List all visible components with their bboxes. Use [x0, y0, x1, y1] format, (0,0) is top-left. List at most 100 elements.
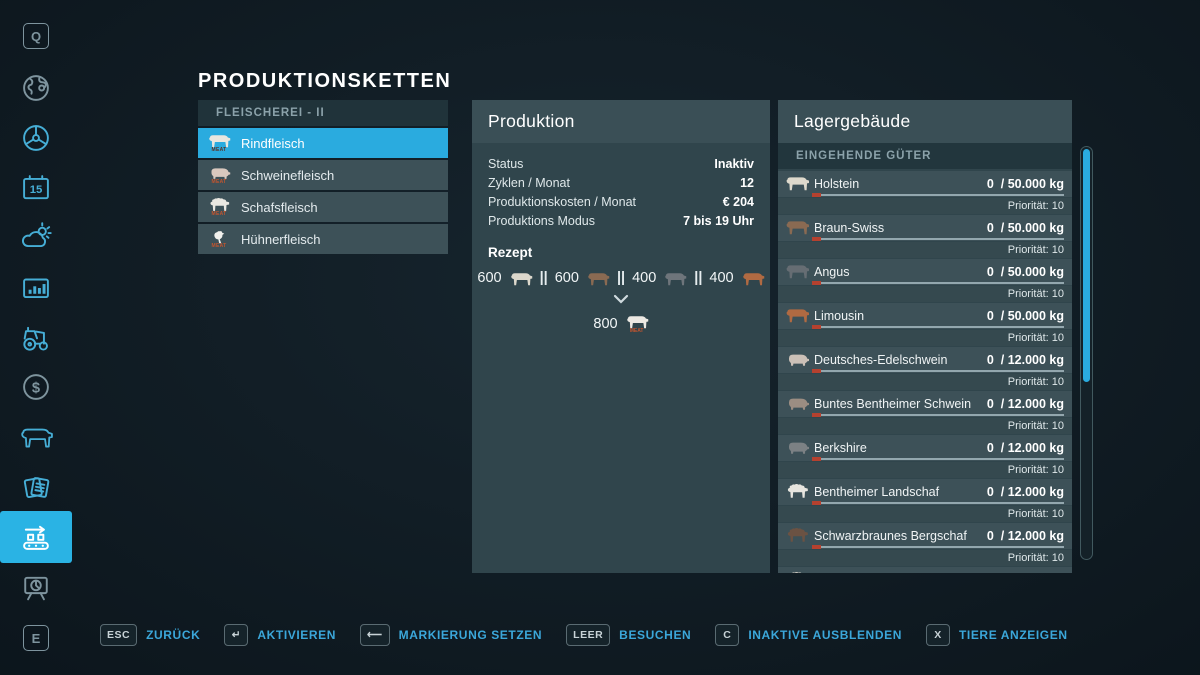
page-title: PRODUKTIONSKETTEN — [198, 70, 452, 92]
production-info: Status Inaktiv Zyklen / Monat 12 Produktio… — [472, 143, 770, 231]
priority-label: Priorität: 10 — [1007, 244, 1064, 256]
bentheimer-pig-icon — [784, 395, 810, 412]
chain-item-rindfleisch[interactable]: MEAT Rindfleisch — [198, 128, 448, 158]
steering-wheel-icon[interactable] — [0, 113, 72, 163]
tractor-icon[interactable] — [0, 313, 72, 363]
production-panel-header: Produktion — [472, 100, 770, 143]
priority-label: Priorität: 10 — [1007, 376, 1064, 388]
calendar-icon[interactable]: 15 — [0, 163, 72, 213]
priority-label: Priorität: 10 — [1007, 288, 1064, 300]
show-animals-button[interactable]: X TIERE ANZEIGEN — [925, 624, 1068, 646]
chain-item-schweinefleisch[interactable]: MEAT Schweinefleisch — [198, 160, 448, 190]
storage-row-deutsches-edelschwein[interactable]: Deutsches-Edelschwein 0 / 12.000 kg Prio… — [778, 347, 1072, 390]
angus-cow-icon — [784, 263, 810, 280]
fill-level: 0 / 12.000 kg — [986, 485, 1064, 499]
cow-meat-icon: MEAT — [206, 133, 232, 153]
fill-level: 0 / 12.000 kg — [986, 441, 1064, 455]
landschaf-sheep-icon — [784, 483, 810, 500]
info-row-modus: Produktions Modus 7 bis 19 Uhr — [488, 214, 754, 228]
recipe-title: Rezept — [488, 245, 533, 260]
scrollbar-thumb[interactable] — [1083, 149, 1090, 382]
presentation-icon[interactable] — [0, 563, 72, 613]
chain-item-label: Rindfleisch — [241, 135, 305, 151]
braunswiss-cow-icon — [588, 272, 610, 285]
storage-row-berkshire[interactable]: Berkshire 0 / 12.000 kg Priorität: 10 — [778, 435, 1072, 478]
edelschwein-pig-icon — [784, 351, 810, 368]
e-key-icon[interactable]: E — [0, 613, 72, 663]
hide-inactive-button[interactable]: C INAKTIVE AUSBLENDEN — [715, 624, 902, 646]
esc-key: ESC — [100, 624, 138, 646]
contracts-icon[interactable] — [0, 462, 72, 512]
facility-header: FLEISCHEREI - II — [198, 100, 448, 126]
angus-cow-icon — [665, 272, 687, 285]
storage-row-schwarzbraunes-bergschaf[interactable]: Schwarzbraunes Bergschaf 0 / 12.000 kg P… — [778, 523, 1072, 566]
fill-bar — [812, 545, 1064, 549]
priority-label: Priorität: 10 — [1007, 420, 1064, 432]
storage-panel-header: Lagergebäude — [778, 100, 1072, 143]
fill-bar — [812, 193, 1064, 197]
priority-label: Priorität: 10 — [1007, 508, 1064, 520]
fill-level: 0 / 12.000 kg — [986, 529, 1064, 543]
svg-text:15: 15 — [30, 184, 43, 196]
storage-row-braun-swiss[interactable]: Braun-Swiss 0 / 50.000 kg Priorität: 10 — [778, 215, 1072, 258]
storage-panel: Lagergebäude EINGEHENDE GÜTER Holstein 0… — [778, 100, 1072, 573]
fill-bar — [812, 237, 1064, 241]
statistics-icon[interactable] — [0, 263, 72, 313]
chicken-meat-icon: MEAT — [206, 229, 232, 249]
incoming-goods-header: EINGEHENDE GÜTER — [778, 143, 1072, 169]
storage-scrollbar[interactable] — [1080, 146, 1093, 560]
sheep-meat-icon: MEAT — [206, 197, 232, 217]
storage-title: Lagergebäude — [794, 111, 911, 131]
fill-level: 0 / 12.000 kg — [986, 353, 1064, 367]
production-chains-icon[interactable] — [0, 511, 72, 563]
info-row-status: Status Inaktiv — [488, 155, 754, 174]
fill-bar — [812, 281, 1064, 285]
fill-level: 0 / 50.000 kg — [986, 309, 1064, 323]
pig-meat-icon: MEAT — [206, 165, 232, 185]
braunswiss-cow-icon — [784, 219, 810, 236]
animals-icon[interactable] — [0, 412, 72, 462]
visit-button[interactable]: LEER BESUCHEN — [566, 624, 691, 646]
chevron-down-icon — [472, 294, 770, 304]
info-row-kosten: Produktionskosten / Monat € 204 — [488, 195, 754, 209]
storage-row-buntes-bentheimer[interactable]: Buntes Bentheimer Schwein 0 / 12.000 kg … — [778, 391, 1072, 434]
production-chain-list: FLEISCHEREI - II MEAT Rindfleisch MEAT S… — [198, 100, 448, 254]
limousin-cow-icon — [784, 307, 810, 324]
storage-row-steinschaf[interactable]: Alpines Steinschaf 0 / 12.000 kg Priorit… — [778, 567, 1072, 573]
bottom-bar: ESC ZURÜCK ↵ AKTIVIEREN ⟵ MARKIERUNG SET… — [100, 624, 1068, 646]
storage-row-limousin[interactable]: Limousin 0 / 50.000 kg Priorität: 10 — [778, 303, 1072, 346]
steinschaf-sheep-icon — [784, 571, 810, 573]
space-key: LEER — [566, 624, 611, 646]
priority-label: Priorität: 10 — [1007, 464, 1064, 476]
bergschaf-sheep-icon — [784, 527, 810, 544]
priority-label: Priorität: 10 — [1007, 200, 1064, 212]
chain-item-huehnerfleisch[interactable]: MEAT Hühnerfleisch — [198, 224, 448, 254]
chain-item-schafsfleisch[interactable]: MEAT Schafsfleisch — [198, 192, 448, 222]
finances-icon[interactable]: $ — [0, 362, 72, 412]
activate-button[interactable]: ↵ AKTIVIEREN — [224, 624, 336, 646]
map-icon[interactable] — [0, 63, 72, 113]
x-key: X — [925, 624, 950, 646]
chain-item-label: Schafsfleisch — [241, 199, 318, 215]
back-button[interactable]: ESC ZURÜCK — [100, 624, 200, 646]
production-panel: Produktion Status Inaktiv Zyklen / Monat 1… — [472, 100, 770, 573]
fill-bar — [812, 413, 1064, 417]
enter-key: ↵ — [224, 624, 249, 646]
svg-text:$: $ — [32, 380, 40, 396]
chain-item-label: Schweinefleisch — [241, 167, 335, 183]
fill-bar — [812, 369, 1064, 373]
recipe-inputs: 600 || 600 || 400 || 400 — [472, 270, 770, 286]
q-key-icon[interactable]: Q — [0, 11, 72, 61]
storage-row-holstein[interactable]: Holstein 0 / 50.000 kg Priorität: 10 — [778, 171, 1072, 214]
holstein-cow-icon — [784, 175, 810, 192]
fill-level: 0 / 50.000 kg — [986, 265, 1064, 279]
chain-item-label: Hühnerfleisch — [241, 231, 321, 247]
production-chains-screen: Q 15 $ E PRODUKTIONSKETTEN FLEISCHEREI -… — [0, 0, 1200, 675]
storage-row-bentheimer-landschaf[interactable]: Bentheimer Landschaf 0 / 12.000 kg Prior… — [778, 479, 1072, 522]
weather-icon[interactable] — [0, 212, 72, 262]
storage-row-angus[interactable]: Angus 0 / 50.000 kg Priorität: 10 — [778, 259, 1072, 302]
set-marker-button[interactable]: ⟵ MARKIERUNG SETZEN — [360, 624, 542, 646]
meat-icon: MEAT — [625, 314, 649, 334]
limousin-cow-icon — [742, 272, 764, 285]
holstein-cow-icon — [510, 272, 532, 285]
